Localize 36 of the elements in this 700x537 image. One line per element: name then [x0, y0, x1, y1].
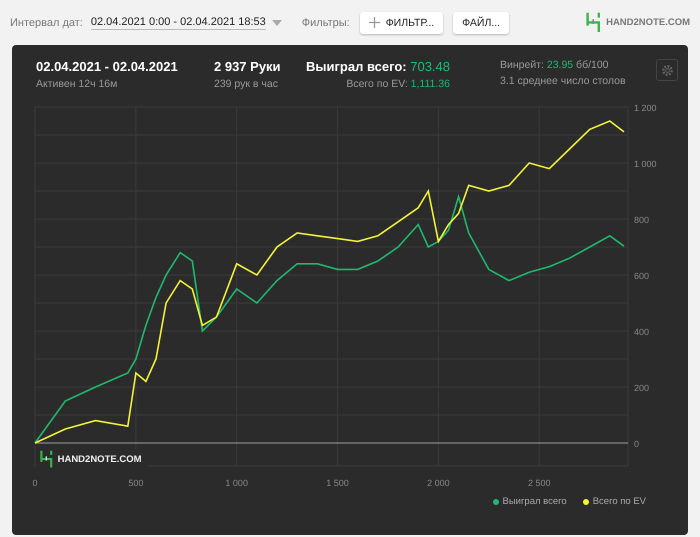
active-time: Активен 12ч 16м	[36, 78, 118, 90]
file-button[interactable]: ФАЙЛ...	[453, 12, 510, 34]
axis-label: 400	[634, 327, 650, 338]
logo-text: HAND2NOTE.COM	[58, 454, 142, 465]
winrate: Винрейт: 23.95 бб/100	[500, 59, 610, 71]
axis-label: 0	[634, 439, 640, 450]
hands-count: 2 937 Руки	[214, 59, 282, 74]
average-tables: 3.1 среднее число столов	[500, 75, 626, 87]
date-label: Интервал дат:	[10, 16, 83, 28]
axis-label: 600	[634, 271, 650, 282]
axis-label: 800	[634, 215, 650, 225]
logo-text: HAND2NOTE.COM	[606, 16, 690, 28]
date-range-dropdown[interactable]: 02.04.2021 0:00 - 02.04.2021 18:53	[90, 15, 266, 30]
axis-label: 2 000	[427, 478, 450, 488]
plus-icon	[368, 17, 380, 28]
add-filter-button[interactable]: ФИЛЬТР...	[360, 12, 444, 34]
legend-label: Выиграл всего	[502, 496, 567, 507]
axis-label: 1 200	[634, 103, 657, 113]
axis-label: 1 000	[634, 159, 657, 169]
filters-label: Фильтры:	[302, 16, 350, 28]
logo-icon	[40, 450, 53, 468]
total-won: Выиграл всего: 703.48	[306, 59, 450, 74]
settings-button[interactable]	[656, 59, 678, 81]
axis-label: 1 000	[225, 478, 248, 488]
date-period: 02.04.2021 - 02.04.2021	[36, 59, 179, 74]
axis-label: 2 500	[528, 478, 551, 488]
logo-icon	[586, 12, 600, 33]
caret-icon	[272, 20, 282, 26]
settings-icon	[660, 64, 674, 76]
axis-label: 500	[128, 478, 144, 488]
axis-label: 0	[32, 478, 38, 488]
legend-label: Всего по EV	[592, 496, 646, 507]
axis-label: 1 500	[326, 478, 349, 488]
ev-total: Всего по EV: 1,111.36	[346, 78, 450, 90]
hands-per-hour: 239 рук в час	[214, 78, 279, 90]
axis-label: 200	[634, 383, 650, 394]
